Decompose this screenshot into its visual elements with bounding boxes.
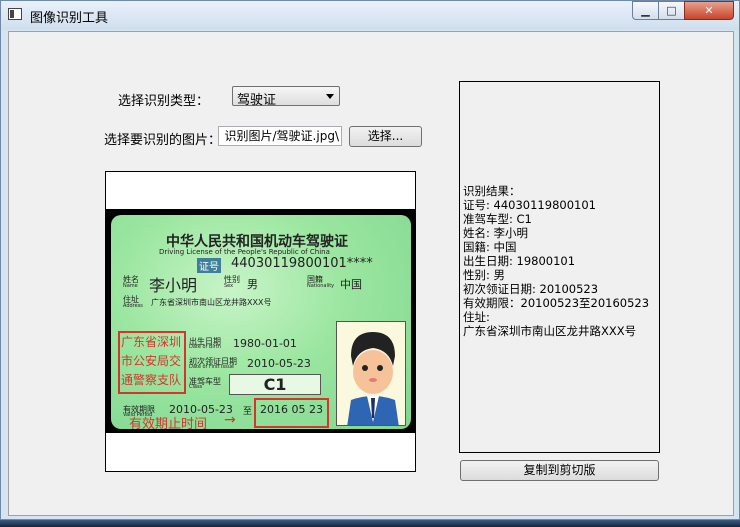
card-nationality-label-en: Nationality bbox=[307, 283, 335, 289]
card-address: 广东省深圳市南山区龙井路XXX号 bbox=[151, 298, 272, 307]
card-class: C1 bbox=[229, 374, 321, 395]
card-valid-sep: 至 bbox=[243, 407, 253, 417]
image-label: 选择要识别的图片： bbox=[104, 133, 222, 148]
type-label: 选择识别类型： bbox=[118, 94, 210, 109]
person-avatar-icon bbox=[347, 332, 399, 425]
card-nationality: 中国 bbox=[340, 278, 362, 291]
card-id-tag: 证号 bbox=[197, 258, 221, 273]
card-issue: 2010-05-23 bbox=[247, 357, 311, 370]
card-title-en: Driving License of the People's Republic… bbox=[159, 248, 330, 256]
card-name: 李小明 bbox=[149, 276, 198, 295]
type-select-value: 驾驶证 bbox=[237, 93, 277, 108]
card-name-label-en: Name bbox=[123, 283, 138, 289]
card-id-number: 44030119800101**** bbox=[231, 256, 373, 271]
window-title: 图像识别工具 bbox=[30, 11, 109, 26]
select-image-button[interactable]: 选择... bbox=[349, 126, 422, 147]
close-button[interactable]: ✕ bbox=[684, 1, 734, 20]
result-line: 广东省深圳市南山区龙井路XXX号 bbox=[463, 324, 637, 338]
card-birth: 1980-01-01 bbox=[233, 337, 297, 350]
card-address-label-en: Address bbox=[123, 303, 143, 309]
taskbar bbox=[0, 520, 740, 527]
license-image: 中华人民共和国机动车驾驶证 Driving License of the Peo… bbox=[111, 215, 411, 429]
photo bbox=[336, 321, 406, 426]
maximize-button[interactable]: □ bbox=[658, 1, 685, 20]
app-icon bbox=[8, 8, 22, 20]
chevron-down-icon bbox=[326, 94, 334, 99]
result-line: 有效期限：20100523至20160523 bbox=[463, 296, 650, 310]
card-issue-label-en: Date of First Issue bbox=[189, 364, 234, 370]
card-birth-label-en: Date of Birth bbox=[189, 344, 221, 350]
annotation-text: 有效期止时间 bbox=[129, 417, 208, 429]
stamp-line-1: 广东省深圳 bbox=[121, 335, 182, 349]
minimize-button[interactable]: ▁ bbox=[632, 1, 659, 20]
title-bar[interactable]: 图像识别工具 ▁ □ ✕ bbox=[1, 1, 739, 30]
type-select[interactable]: 驾驶证 bbox=[232, 86, 340, 108]
card-sex: 男 bbox=[247, 278, 258, 291]
card-valid-to: 2016 05 23 bbox=[254, 398, 329, 428]
card-sex-label-en: Sex bbox=[224, 283, 234, 289]
arrow-right-icon: → bbox=[224, 412, 236, 428]
stamp-line-3: 通警察支队 bbox=[121, 373, 182, 387]
card-class-label-en: Class bbox=[189, 384, 203, 390]
app-window: 图像识别工具 ▁ □ ✕ 选择识别类型： 驾驶证 选择要识别的图片： \识别图片… bbox=[0, 0, 740, 520]
stamp-line-2: 市公安局交 bbox=[121, 354, 182, 368]
police-stamp: 广东省深圳 市公安局交 通警察支队 bbox=[118, 331, 186, 394]
image-path-input[interactable]: \识别图片/驾驶证.jpg bbox=[218, 126, 342, 146]
copy-to-clipboard-button[interactable]: 复制到剪切版 bbox=[460, 460, 659, 481]
